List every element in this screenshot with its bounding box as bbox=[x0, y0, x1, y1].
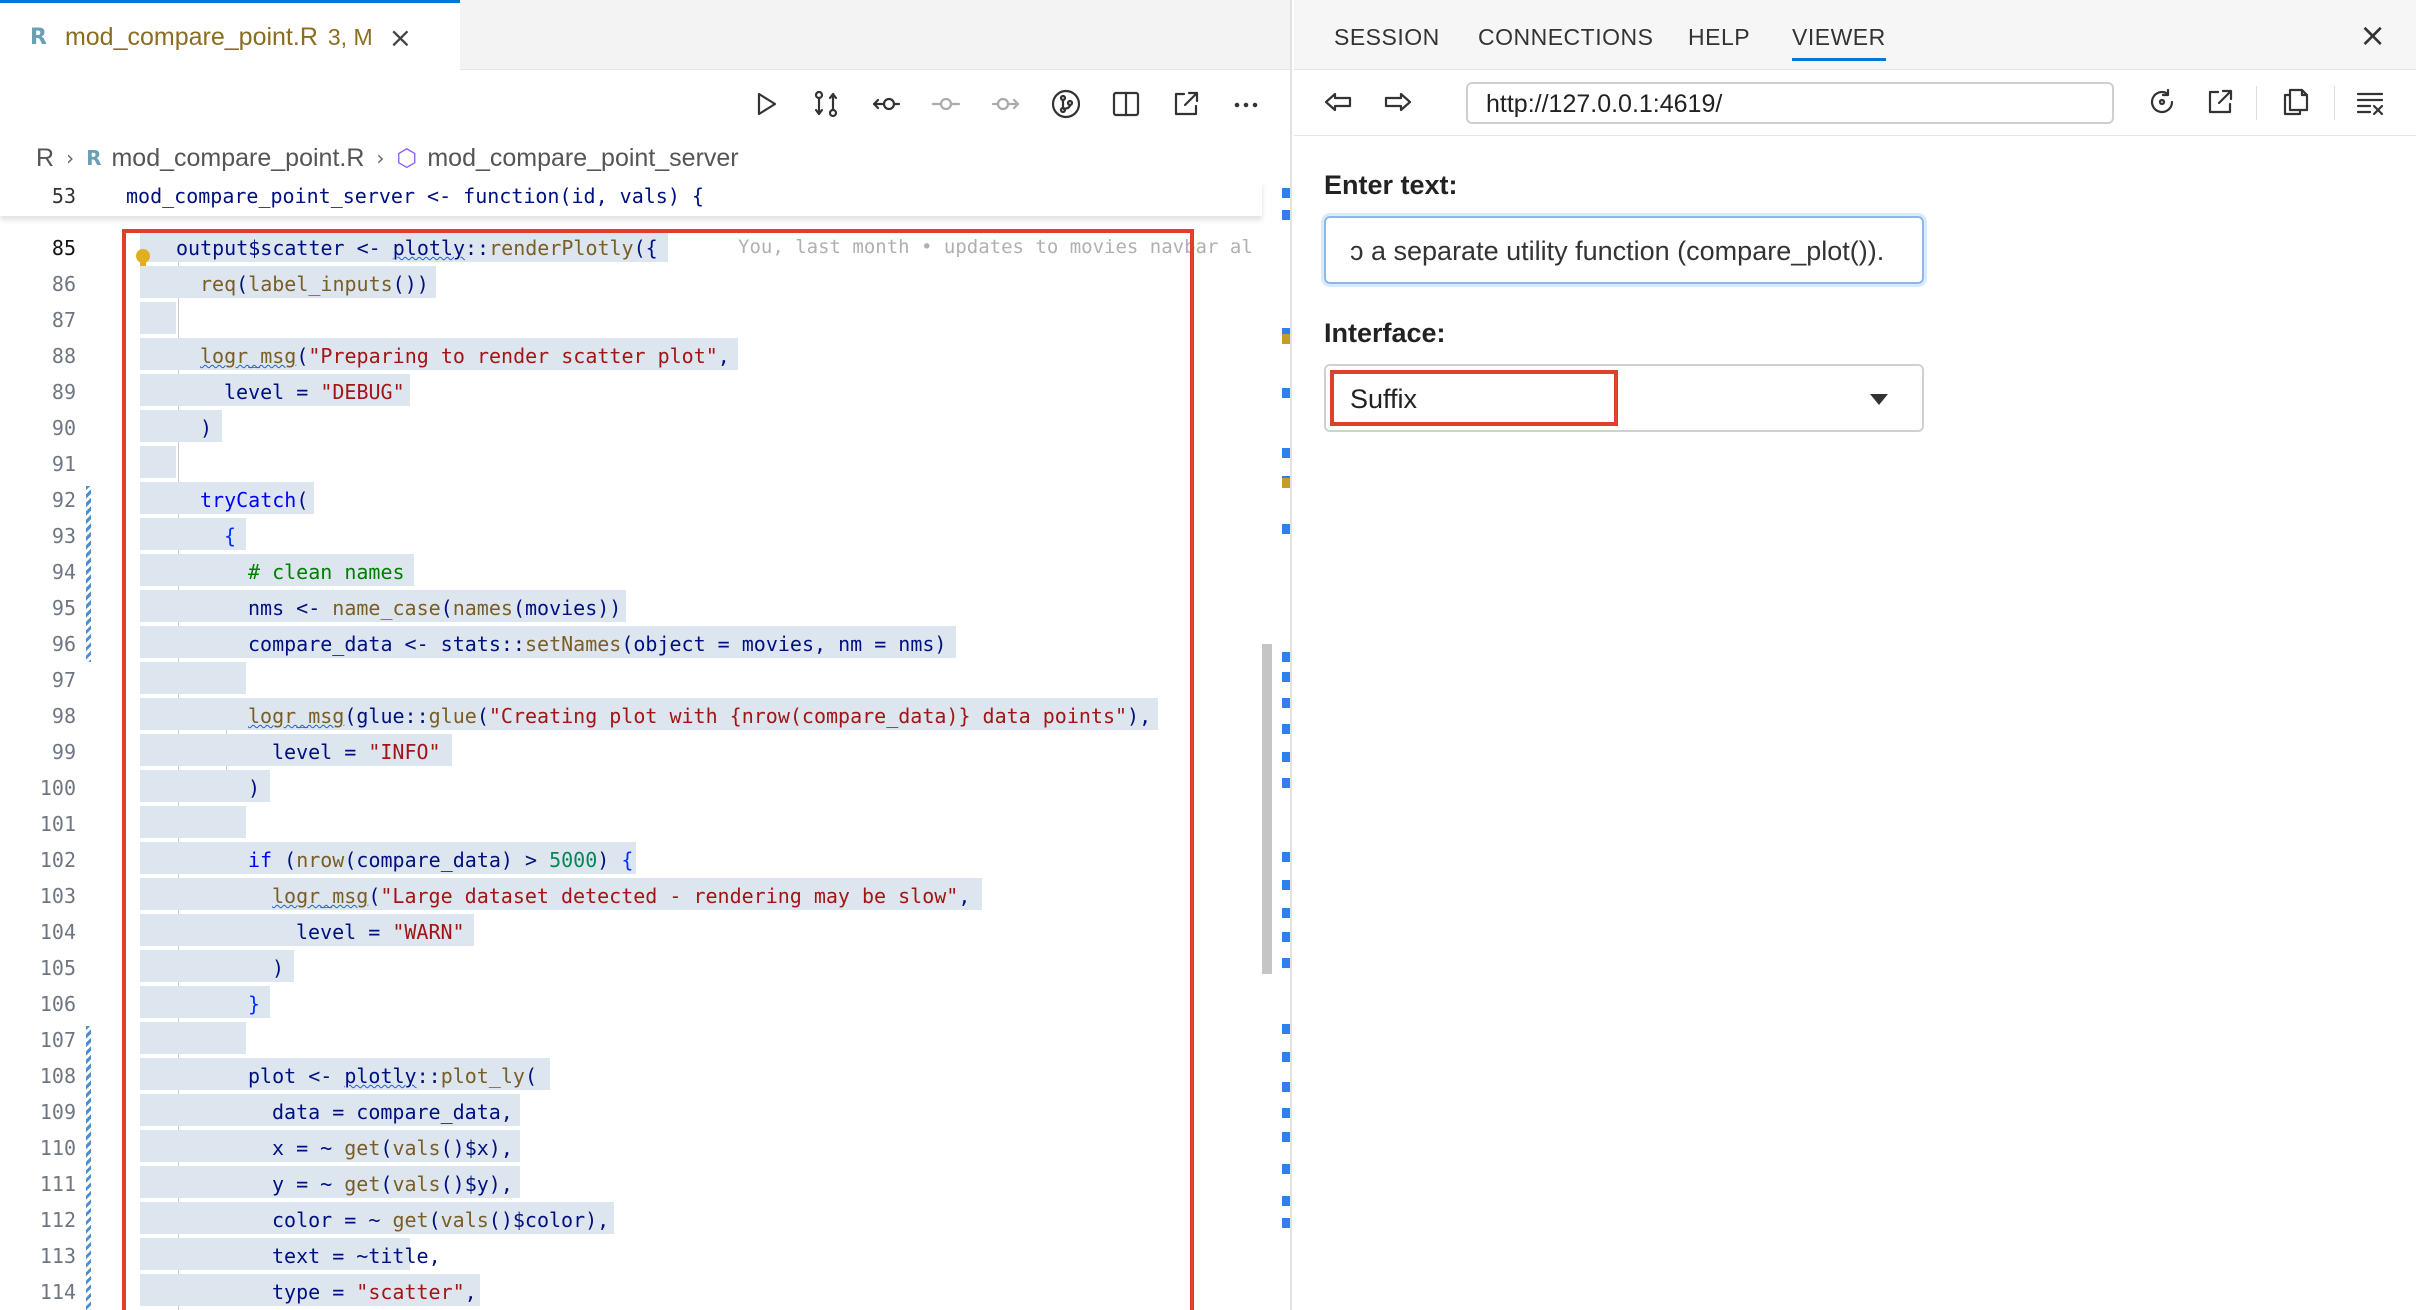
git-blame-annotation: You, last month • updates to movies navb… bbox=[738, 236, 1253, 258]
code-line: 107 bbox=[0, 1020, 1262, 1056]
scrollbar-thumb[interactable] bbox=[1262, 644, 1272, 974]
go-to-current-icon[interactable] bbox=[924, 82, 968, 126]
more-actions-icon[interactable] bbox=[1224, 82, 1268, 126]
breadcrumb-root[interactable]: R bbox=[36, 144, 54, 173]
shiny-app: Enter text: ↄ a separate utility functio… bbox=[1294, 136, 2416, 1310]
select-value: Suffix bbox=[1350, 384, 1418, 414]
close-tab-icon[interactable]: × bbox=[389, 21, 412, 54]
back-arrow-icon[interactable] bbox=[1318, 82, 1358, 122]
viewer-toolbar: http://127.0.0.1:4619/ bbox=[1294, 70, 2416, 136]
go-forward-icon[interactable] bbox=[984, 82, 1028, 126]
code-line: 103 logr_msg("Large dataset detected - r… bbox=[0, 876, 1262, 912]
code-line: 109 data = compare_data, bbox=[0, 1092, 1262, 1128]
panel-tabs: SESSION CONNECTIONS HELP VIEWER × bbox=[1294, 0, 2416, 70]
code-line: 92 tryCatch( bbox=[0, 480, 1262, 516]
code-line: 101 bbox=[0, 804, 1262, 840]
code-line: 112 color = ~ get(vals()$color), bbox=[0, 1200, 1262, 1236]
chevron-right-icon: › bbox=[66, 146, 75, 170]
sticky-scroll-header[interactable]: 53 mod_compare_point_server <- function(… bbox=[0, 180, 1262, 216]
clear-viewer-icon[interactable] bbox=[2350, 82, 2390, 122]
code-line: 94 # clean names bbox=[0, 552, 1262, 588]
close-panel-icon[interactable]: × bbox=[2359, 16, 2386, 54]
interface-select[interactable]: Suffix bbox=[1324, 364, 1924, 432]
code-line: 91 bbox=[0, 444, 1262, 480]
text-input[interactable]: ↄ a separate utility function (compare_p… bbox=[1324, 216, 1924, 284]
code-line: 89 level = "DEBUG" bbox=[0, 372, 1262, 408]
symbol-cube-icon: ⬡ bbox=[396, 144, 418, 172]
code-line: 110 x = ~ get(vals()$x), bbox=[0, 1128, 1262, 1164]
run-icon[interactable] bbox=[744, 82, 788, 126]
code-line: 114 type = "scatter", bbox=[0, 1272, 1262, 1308]
open-external-icon[interactable] bbox=[1164, 82, 1208, 126]
chevron-right-icon: › bbox=[376, 146, 385, 170]
tab-filename: mod_compare_point.R bbox=[64, 22, 318, 51]
code-line: 88 logr_msg("Preparing to render scatter… bbox=[0, 336, 1262, 372]
breadcrumb-symbol[interactable]: mod_compare_point_server bbox=[427, 144, 738, 173]
code-line: 111 y = ~ get(vals()$y), bbox=[0, 1164, 1262, 1200]
code-line: 100 ) bbox=[0, 768, 1262, 804]
split-editor-icon[interactable] bbox=[1104, 82, 1148, 126]
editor-tab[interactable]: R mod_compare_point.R 3, M × bbox=[0, 0, 460, 71]
text-input-label: Enter text: bbox=[1324, 170, 1458, 200]
dropdown-caret-icon[interactable] bbox=[1870, 394, 1888, 405]
code-line: 102 if (nrow(compare_data) > 5000) { bbox=[0, 840, 1262, 876]
viewer-panel: SESSION CONNECTIONS HELP VIEWER × http:/… bbox=[1294, 0, 2416, 1310]
editor-toolbar bbox=[0, 82, 1290, 132]
tab-session[interactable]: SESSION bbox=[1334, 24, 1440, 51]
r-file-icon: R bbox=[30, 24, 47, 50]
line-number: 53 bbox=[51, 184, 76, 208]
code-line: 98 logr_msg(glue::glue("Creating plot wi… bbox=[0, 696, 1262, 732]
forward-arrow-icon[interactable] bbox=[1378, 82, 1418, 122]
breadcrumb: R › R mod_compare_point.R › ⬡ mod_compar… bbox=[36, 140, 739, 176]
url-field[interactable]: http://127.0.0.1:4619/ bbox=[1466, 82, 2114, 124]
code-line: 106 } bbox=[0, 984, 1262, 1020]
code-line: 105 ) bbox=[0, 948, 1262, 984]
code-line: 90 ) bbox=[0, 408, 1262, 444]
code-line: 87 bbox=[0, 300, 1262, 336]
refresh-icon[interactable] bbox=[2142, 82, 2182, 122]
code-line: 93 { bbox=[0, 516, 1262, 552]
code-line: 86 req(label_inputs()) bbox=[0, 264, 1262, 300]
code-editor: R mod_compare_point.R 3, M × R › R mod_c… bbox=[0, 0, 1292, 1310]
editor-scrollbar[interactable] bbox=[1262, 132, 1290, 1310]
code-line: 85 output$scatter <- plotly::renderPlotl… bbox=[0, 228, 1262, 267]
code-line: 104 level = "WARN" bbox=[0, 912, 1262, 948]
code-line: 96 compare_data <- stats::setNames(objec… bbox=[0, 624, 1262, 660]
code-line: 99 level = "INFO" bbox=[0, 732, 1262, 768]
go-back-icon[interactable] bbox=[864, 82, 908, 126]
code-area[interactable]: 85 output$scatter <- plotly::renderPlotl… bbox=[0, 214, 1262, 1310]
tab-connections[interactable]: CONNECTIONS bbox=[1478, 24, 1653, 51]
tab-status: 3, M bbox=[327, 23, 373, 50]
compare-changes-icon[interactable] bbox=[804, 82, 848, 126]
select-label: Interface: bbox=[1324, 318, 1446, 348]
code-line: 95 nms <- name_case(names(movies)) bbox=[0, 588, 1262, 624]
tab-help[interactable]: HELP bbox=[1688, 24, 1750, 51]
breadcrumb-file[interactable]: mod_compare_point.R bbox=[111, 144, 364, 173]
editor-tab-bar: R mod_compare_point.R 3, M × bbox=[0, 0, 1290, 71]
code-line: 113 text = ~title, bbox=[0, 1236, 1262, 1272]
copy-page-icon[interactable] bbox=[2276, 82, 2316, 122]
r-file-icon: R bbox=[86, 146, 102, 170]
code-line: 108 plot <- plotly::plot_ly( bbox=[0, 1056, 1262, 1092]
git-graph-icon[interactable] bbox=[1044, 82, 1088, 126]
sticky-code: mod_compare_point_server <- function(id,… bbox=[126, 184, 704, 208]
open-in-browser-icon[interactable] bbox=[2200, 82, 2240, 122]
text-input-value: ↄ a separate utility function (compare_p… bbox=[1350, 236, 1885, 266]
tab-viewer[interactable]: VIEWER bbox=[1792, 24, 1886, 61]
code-line: 97 bbox=[0, 660, 1262, 696]
